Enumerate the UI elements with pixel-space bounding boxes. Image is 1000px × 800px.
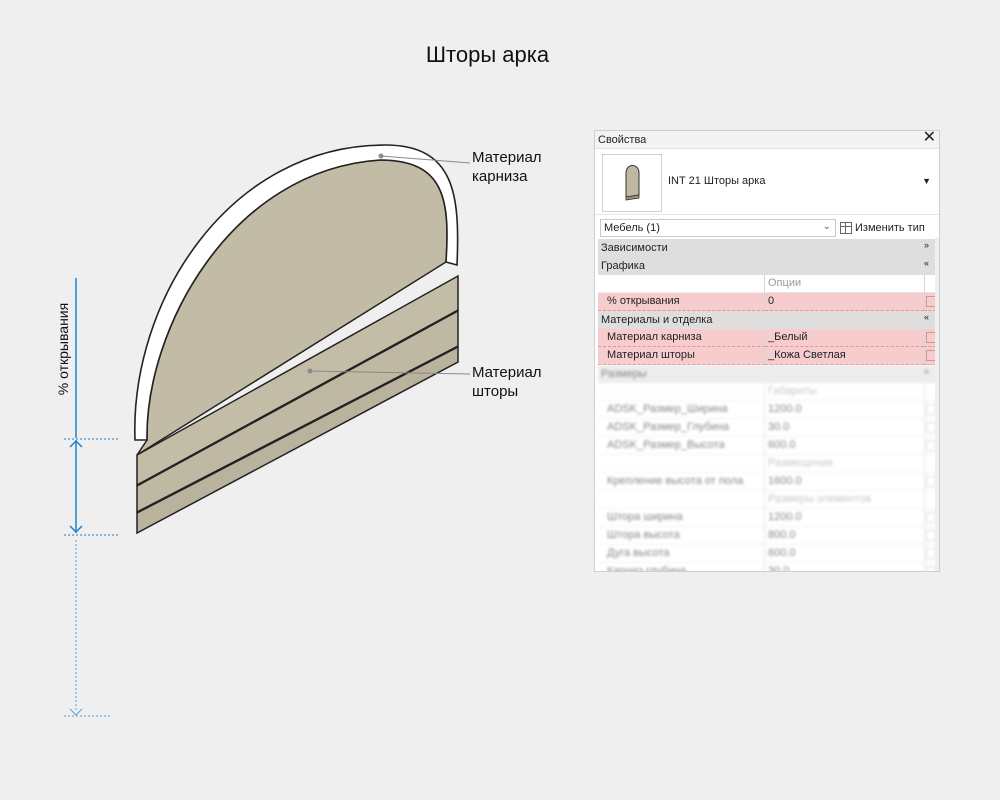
group-graphics[interactable]: Графика « (598, 257, 936, 275)
callout-curtain-material: Материал шторы (472, 364, 542, 400)
param-row[interactable]: Крепление высота от пола 1600.0 (598, 473, 936, 491)
instance-row: Мебель (1) ⌄ Изменить тип (595, 215, 939, 239)
callout-cornice-material: Материал карниза (472, 149, 542, 185)
collapse-icon[interactable]: « (924, 312, 929, 322)
edit-type-icon (840, 222, 852, 234)
subgroup-row: Габариты (598, 383, 936, 401)
properties-grid: Зависимости » Графика « Опции % открыван… (598, 239, 936, 365)
group-dimensions[interactable]: Размеры « (598, 365, 936, 383)
param-row[interactable]: Штора ширина 1200.0 (598, 509, 936, 527)
param-row[interactable]: Карниз глубина 30.0 (598, 563, 936, 571)
properties-header: Свойства ✕ (595, 131, 939, 149)
param-row[interactable]: ADSK_Размер_Ширина 1200.0 (598, 401, 936, 419)
dimensions-section: Размеры « Габариты ADSK_Размер_Ширина 1200… (598, 365, 936, 571)
collapse-icon[interactable]: « (924, 258, 929, 268)
param-row[interactable]: Дуга высота 600.0 (598, 545, 936, 563)
opening-dimension-label: % открывания (55, 302, 71, 396)
param-cornice-material[interactable]: Материал карниза _Белый (598, 329, 936, 347)
chevron-down-icon: ⌄ (822, 221, 831, 232)
param-row[interactable]: Штора высота 800.0 (598, 527, 936, 545)
type-selector[interactable]: INT 21 Шторы арка ▼ (595, 149, 939, 215)
type-thumbnail (602, 154, 662, 212)
close-icon[interactable]: ✕ (923, 131, 936, 147)
param-opening-percent[interactable]: % открывания 0 (598, 293, 936, 311)
subgroup-row: Размеры элементов (598, 491, 936, 509)
param-row[interactable]: ADSK_Размер_Глубина 30.0 (598, 419, 936, 437)
expand-icon[interactable]: » (924, 240, 929, 250)
subgroup-row: Размещение (598, 455, 936, 473)
param-curtain-material[interactable]: Материал шторы _Кожа Светлая (598, 347, 936, 365)
properties-panel: Свойства ✕ INT 21 Шторы арка ▼ Мебель (1… (594, 130, 940, 572)
caret-down-icon[interactable]: ▼ (922, 176, 931, 186)
scrollbar[interactable] (935, 237, 939, 571)
group-materials[interactable]: Материалы и отделка « (598, 311, 936, 329)
param-row[interactable]: ADSK_Размер_Высота 600.0 (598, 437, 936, 455)
group-constraints[interactable]: Зависимости » (598, 239, 936, 257)
type-name: INT 21 Шторы арка (668, 175, 766, 187)
properties-title: Свойства (598, 134, 647, 146)
edit-type-button[interactable]: Изменить тип (840, 219, 925, 237)
subgroup-row: Опции (598, 275, 936, 293)
instance-filter-select[interactable]: Мебель (1) ⌄ (600, 219, 836, 237)
